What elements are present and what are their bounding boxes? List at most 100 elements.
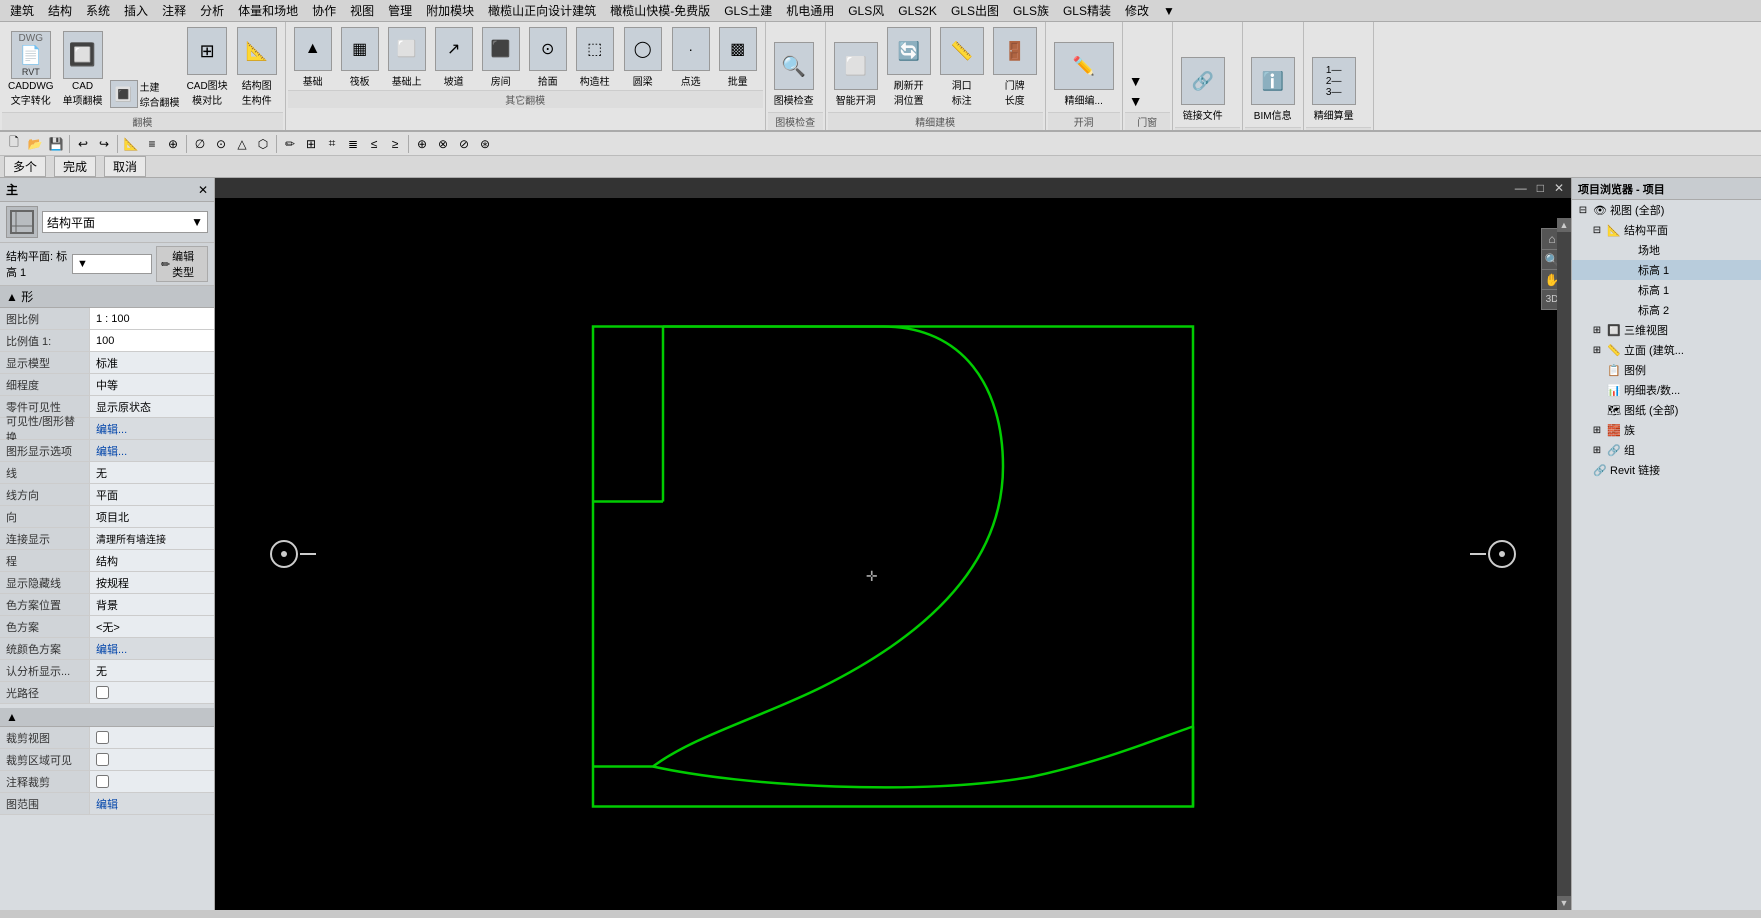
btn-align-2[interactable]: ⊗: [433, 134, 453, 154]
tree-level2[interactable]: ⊟ 标高 2: [1572, 300, 1761, 320]
tree-revit-links[interactable]: ⊟ 🔗 Revit 链接: [1572, 460, 1761, 480]
btn-pick-slab[interactable]: · 点选建板: [668, 24, 714, 90]
btn-open[interactable]: 📂: [25, 134, 45, 154]
btn-measure[interactable]: 📐: [121, 134, 141, 154]
floor-dropdown[interactable]: ▼: [72, 254, 152, 274]
btn-tool-8[interactable]: ≣: [343, 134, 363, 154]
properties-section-header[interactable]: ▲ 形: [0, 286, 214, 308]
tree-structural-plan[interactable]: ⊟ 📐 结构平面: [1572, 220, 1761, 240]
btn-tool-9[interactable]: ≤: [364, 134, 384, 154]
btn-refresh-opening[interactable]: 🔄 刷新开洞位置: [883, 24, 935, 110]
btn-done[interactable]: 完成: [54, 156, 96, 177]
btn-arrow-down-2[interactable]: ▼: [1127, 92, 1145, 110]
annot-crop-checkbox[interactable]: [96, 775, 109, 788]
btn-tool-1[interactable]: ∅: [190, 134, 210, 154]
menu-extra[interactable]: ▼: [1157, 1, 1181, 21]
scroll-down[interactable]: ▼: [1557, 896, 1571, 910]
btn-tool-10[interactable]: ≥: [385, 134, 405, 154]
canvas-content[interactable]: ✛ ⌂ 🔍 ✋ 3D ▲ ▼: [215, 198, 1571, 910]
menu-manage[interactable]: 管理: [382, 1, 418, 21]
canvas-close[interactable]: ✕: [1551, 181, 1567, 195]
btn-tool-5[interactable]: ✏: [280, 134, 300, 154]
btn-civil-comprehensive[interactable]: 🔳 土建综合翻模: [108, 78, 182, 110]
crop-view-checkbox[interactable]: [96, 731, 109, 744]
scroll-up[interactable]: ▲: [1557, 218, 1571, 232]
btn-construct-column[interactable]: ⬚ 构造柱过梁: [572, 24, 618, 90]
btn-foundation-slope[interactable]: ▲ 基础找坡: [290, 24, 336, 90]
tree-elevations[interactable]: ⊞ 📏 立面 (建筑...: [1572, 340, 1761, 360]
menu-analyze[interactable]: 分析: [194, 1, 230, 21]
tree-legends[interactable]: ⊞ 📋 图例: [1572, 360, 1761, 380]
btn-caddwg[interactable]: DWG 📄 RVT CADDWG文字转化: [4, 28, 58, 110]
btn-room-floor[interactable]: ⬛ 房间建面层: [478, 24, 524, 90]
btn-save[interactable]: 💾: [46, 134, 66, 154]
view-type-dropdown[interactable]: 结构平面 ▼: [42, 211, 208, 233]
btn-tool-4[interactable]: ⬡: [253, 134, 273, 154]
menu-massing[interactable]: 体量和场地: [232, 1, 304, 21]
menu-olive-arch[interactable]: 橄榄山正向设计建筑: [482, 1, 602, 21]
canvas-scrollbar-v[interactable]: ▲ ▼: [1557, 218, 1571, 910]
menu-gls-wind[interactable]: GLS风: [842, 1, 890, 21]
btn-cad-block[interactable]: ⊞ CAD图块模对比: [183, 24, 232, 110]
menu-annotate[interactable]: 注释: [156, 1, 192, 21]
btn-arrow-down-1[interactable]: ▼: [1127, 72, 1145, 90]
menu-gls-2k[interactable]: GLS2K: [892, 1, 943, 21]
menu-addins[interactable]: 附加模块: [420, 1, 480, 21]
tree-3d-views[interactable]: ⊞ 🔲 三维视图: [1572, 320, 1761, 340]
btn-multiple[interactable]: 多个: [4, 156, 46, 177]
crop-visible-checkbox[interactable]: [96, 753, 109, 766]
tree-sheets[interactable]: ⊞ 🗺 图纸 (全部): [1572, 400, 1761, 420]
btn-ramp[interactable]: ↗ 坡道初装: [431, 24, 477, 90]
menu-structure[interactable]: 结构: [42, 1, 78, 21]
btn-struct-gen[interactable]: 📐 结构图生构件: [233, 24, 281, 110]
menu-architecture[interactable]: 建筑: [4, 1, 40, 21]
nav-right[interactable]: [1470, 540, 1516, 568]
section2-header[interactable]: ▲: [0, 708, 214, 727]
btn-tool-3[interactable]: △: [232, 134, 252, 154]
canvas-maximize[interactable]: □: [1534, 181, 1547, 195]
btn-quantity[interactable]: 1—2—3— 精细算量: [1308, 54, 1360, 125]
btn-link-file[interactable]: 🔗 链接文件: [1177, 54, 1229, 125]
btn-round-beam[interactable]: ◯ 圆梁砌体排布: [619, 24, 667, 90]
btn-cancel[interactable]: 取消: [104, 156, 146, 177]
btn-align-3[interactable]: ⊘: [454, 134, 474, 154]
edit-type-button[interactable]: ✏ 编辑类型: [156, 246, 208, 282]
close-icon[interactable]: ✕: [198, 183, 208, 197]
menu-systems[interactable]: 系统: [80, 1, 116, 21]
btn-door-length[interactable]: 🚪 门牌长度: [989, 24, 1041, 110]
menu-gls-civil[interactable]: GLS土建: [718, 1, 778, 21]
sun-path-checkbox[interactable]: [96, 686, 109, 699]
nav-left[interactable]: [270, 540, 316, 568]
tree-groups[interactable]: ⊞ 🔗 组: [1572, 440, 1761, 460]
tree-level1b[interactable]: ⊟ 标高 1: [1572, 280, 1761, 300]
btn-fine-edit[interactable]: ✏️ 精细编...: [1050, 39, 1118, 110]
tree-site[interactable]: ⊟ 场地: [1572, 240, 1761, 260]
menu-modify[interactable]: 修改: [1119, 1, 1155, 21]
btn-redo[interactable]: ↪: [94, 134, 114, 154]
btn-thin-lines[interactable]: ≡: [142, 134, 162, 154]
tree-views-all[interactable]: ⊟ 👁 视图 (全部): [1572, 200, 1761, 220]
canvas-minimize[interactable]: —: [1512, 181, 1530, 195]
btn-tool-6[interactable]: ⊞: [301, 134, 321, 154]
tree-families[interactable]: ⊞ 🧱 族: [1572, 420, 1761, 440]
menu-insert[interactable]: 插入: [118, 1, 154, 21]
btn-batch-slab[interactable]: ▩ 批量建板: [715, 24, 761, 90]
btn-tool-7[interactable]: ⌗: [322, 134, 342, 154]
tree-level1[interactable]: ⊟ 标高 1: [1572, 260, 1761, 280]
menu-olive-quick[interactable]: 橄榄山快模-免费版: [604, 1, 716, 21]
menu-gls-family[interactable]: GLS族: [1007, 1, 1055, 21]
btn-opening-mark[interactable]: 📏 洞口标注: [936, 24, 988, 110]
menu-gls-interior[interactable]: GLS精装: [1057, 1, 1117, 21]
btn-model-check[interactable]: 🔍 图模检查: [770, 39, 818, 110]
menu-collaborate[interactable]: 协作: [306, 1, 342, 21]
tree-schedules[interactable]: ⊞ 📊 明细表/数...: [1572, 380, 1761, 400]
btn-snap[interactable]: ⊕: [163, 134, 183, 154]
menu-view[interactable]: 视图: [344, 1, 380, 21]
btn-align-4[interactable]: ⊛: [475, 134, 495, 154]
btn-cad-single[interactable]: 🔲 CAD单项翻模: [59, 28, 107, 110]
btn-undo[interactable]: ↩: [73, 134, 93, 154]
menu-mep[interactable]: 机电通用: [780, 1, 840, 21]
btn-new[interactable]: 🗋: [4, 134, 24, 154]
btn-tool-2[interactable]: ⊙: [211, 134, 231, 154]
btn-pick-face[interactable]: ⊙ 拾面建面层: [525, 24, 571, 90]
